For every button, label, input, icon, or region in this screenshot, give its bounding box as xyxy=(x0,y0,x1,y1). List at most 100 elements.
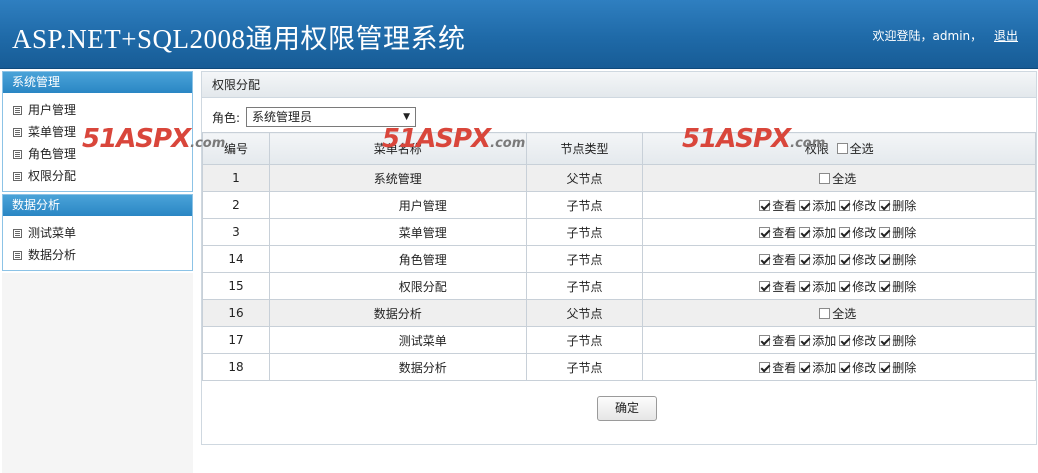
sidebar-item-menu-management[interactable]: 菜单管理 xyxy=(3,121,192,143)
column-header-menu-name: 菜单名称 xyxy=(268,132,527,165)
permission-checkbox[interactable] xyxy=(839,361,851,373)
sidebar-item-permission-assign[interactable]: 权限分配 xyxy=(3,165,192,187)
permission-label: 删除 xyxy=(892,252,917,267)
permission-label: 修改 xyxy=(852,225,877,240)
cell-menu-name: 权限分配 xyxy=(268,272,527,300)
confirm-button[interactable]: 确定 xyxy=(597,396,657,421)
row-select-all-checkbox[interactable] xyxy=(819,172,831,184)
column-header-id: 编号 xyxy=(202,132,270,165)
welcome-text: 欢迎登陆，admin， xyxy=(872,29,983,43)
permission-label: 删除 xyxy=(892,333,917,348)
table-row: 1 系统管理 父节点 全选 xyxy=(202,164,1036,192)
permission-label: 修改 xyxy=(852,333,877,348)
permission-checkbox[interactable] xyxy=(879,334,891,346)
cell-permissions: 查看 添加 修改 删除 xyxy=(642,353,1036,381)
cell-id: 18 xyxy=(202,353,270,381)
cell-permissions: 全选 xyxy=(642,164,1036,192)
permission-label: 添加 xyxy=(812,360,837,375)
sidebar-group-header[interactable]: 数据分析 xyxy=(3,195,192,216)
user-area: 欢迎登陆，admin， 退出 xyxy=(873,27,1018,44)
cell-menu-name: 测试菜单 xyxy=(268,326,527,354)
permission-checkbox[interactable] xyxy=(799,199,811,211)
sidebar-item-test-menu[interactable]: 测试菜单 xyxy=(3,222,192,244)
row-select-all-checkbox[interactable] xyxy=(819,307,831,319)
permission-label: 删除 xyxy=(892,198,917,213)
cell-id: 15 xyxy=(202,272,270,300)
select-all-label: 全选 xyxy=(849,142,874,156)
permission-checkbox[interactable] xyxy=(879,361,891,373)
role-select[interactable]: 系统管理员 ▼ xyxy=(246,107,417,127)
permission-checkbox[interactable] xyxy=(839,253,851,265)
permission-label: 查看 xyxy=(772,333,797,348)
permission-checkbox[interactable] xyxy=(799,334,811,346)
logout-link[interactable]: 退出 xyxy=(994,29,1018,43)
permission-checkbox[interactable] xyxy=(759,226,771,238)
cell-node-type: 子节点 xyxy=(525,191,644,219)
cell-id: 2 xyxy=(202,191,270,219)
permission-label: 添加 xyxy=(812,252,837,267)
permission-checkbox[interactable] xyxy=(839,334,851,346)
column-header-permission: 权限 全选 xyxy=(642,132,1036,165)
sidebar-item-user-management[interactable]: 用户管理 xyxy=(3,99,192,121)
main-panel: 权限分配 角色: 系统管理员 ▼ 编号 菜单名称 节点类型 权限 全选 1 系统管… xyxy=(201,71,1037,445)
permission-label: 查看 xyxy=(772,279,797,294)
permission-checkbox[interactable] xyxy=(839,199,851,211)
sidebar-item-label: 测试菜单 xyxy=(28,226,77,240)
cell-permissions: 查看 添加 修改 删除 xyxy=(642,191,1036,219)
sidebar-item-label: 权限分配 xyxy=(28,169,77,183)
panel-title: 权限分配 xyxy=(202,72,1036,98)
select-all-checkbox[interactable] xyxy=(836,143,848,154)
permission-label: 修改 xyxy=(852,360,877,375)
permission-table: 编号 菜单名称 节点类型 权限 全选 1 系统管理 父节点 全选 2 用户管理 子节点 查看添… xyxy=(202,132,1036,381)
cell-node-type: 子节点 xyxy=(525,245,644,273)
row-select-all-label: 全选 xyxy=(832,306,857,321)
permission-checkbox[interactable] xyxy=(879,253,891,265)
permission-label: 修改 xyxy=(852,252,877,267)
sidebar-item-label: 数据分析 xyxy=(28,248,77,262)
document-icon xyxy=(13,171,22,181)
role-select-value: 系统管理员 xyxy=(252,110,313,124)
sidebar-item-role-management[interactable]: 角色管理 xyxy=(3,143,192,165)
permission-checkbox[interactable] xyxy=(839,226,851,238)
permission-checkbox[interactable] xyxy=(879,226,891,238)
cell-menu-name: 数据分析 xyxy=(268,299,527,327)
table-row: 2 用户管理 子节点 查看 添加 修改 删除 xyxy=(202,191,1036,219)
sidebar-item-data-analysis[interactable]: 数据分析 xyxy=(3,244,192,266)
permission-checkbox[interactable] xyxy=(799,280,811,292)
cell-id: 3 xyxy=(202,218,270,246)
cell-node-type: 父节点 xyxy=(525,164,644,192)
permission-checkbox[interactable] xyxy=(879,199,891,211)
permission-checkbox[interactable] xyxy=(759,253,771,265)
document-icon xyxy=(13,149,22,159)
cell-menu-name: 用户管理 xyxy=(268,191,527,219)
permission-checkbox[interactable] xyxy=(759,199,771,211)
permission-checkbox[interactable] xyxy=(759,361,771,373)
table-row: 17 测试菜单 子节点 查看 添加 修改 删除 xyxy=(202,326,1036,354)
permission-checkbox[interactable] xyxy=(799,226,811,238)
permission-label: 添加 xyxy=(812,198,837,213)
cell-node-type: 子节点 xyxy=(525,353,644,381)
dropdown-arrow-icon: ▼ xyxy=(403,112,411,122)
cell-id: 17 xyxy=(202,326,270,354)
sidebar-group-header[interactable]: 系统管理 xyxy=(3,72,192,93)
permission-label: 添加 xyxy=(812,279,837,294)
column-header-node-type: 节点类型 xyxy=(525,132,644,165)
document-icon xyxy=(13,105,22,115)
cell-id: 16 xyxy=(202,299,270,327)
permission-checkbox[interactable] xyxy=(759,280,771,292)
permission-label: 删除 xyxy=(892,279,917,294)
permission-checkbox[interactable] xyxy=(799,361,811,373)
document-icon xyxy=(13,250,22,260)
sidebar-background xyxy=(2,273,193,473)
permission-checkbox[interactable] xyxy=(799,253,811,265)
permission-checkbox[interactable] xyxy=(759,334,771,346)
cell-id: 14 xyxy=(202,245,270,273)
cell-menu-name: 角色管理 xyxy=(268,245,527,273)
cell-permissions: 查看 添加 修改 删除 xyxy=(642,245,1036,273)
permission-label: 删除 xyxy=(892,225,917,240)
sidebar-item-label: 用户管理 xyxy=(28,103,77,117)
row-select-all-label: 全选 xyxy=(832,171,857,186)
permission-checkbox[interactable] xyxy=(879,280,891,292)
permission-checkbox[interactable] xyxy=(839,280,851,292)
permission-label: 查看 xyxy=(772,360,797,375)
